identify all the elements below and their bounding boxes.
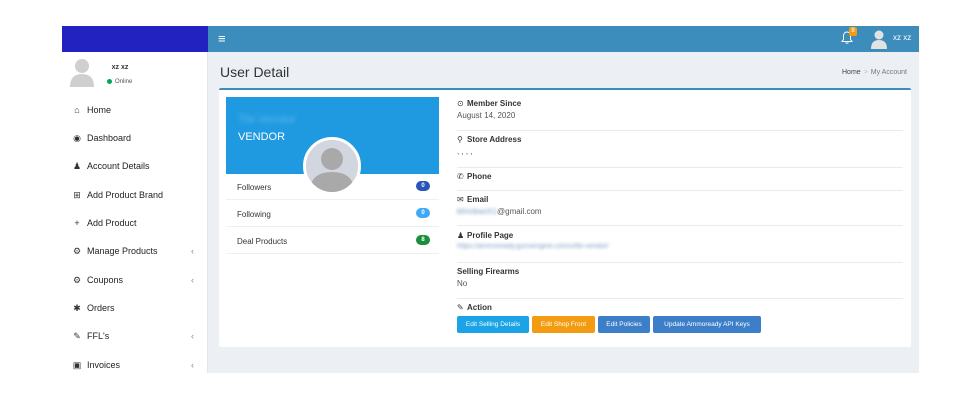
online-dot-icon xyxy=(107,79,112,84)
vendor-role: VENDOR xyxy=(238,131,286,143)
profile-page-link[interactable]: https://ammoready.gunsengine.com/u/tbi-v… xyxy=(457,243,609,250)
member-since-value: August 14, 2020 xyxy=(457,111,516,120)
invoice-icon: ▣ xyxy=(72,360,82,370)
selling-firearms-heading: Selling Firearms xyxy=(457,267,520,276)
stat-badge: 8 xyxy=(416,235,430,245)
email-domain: @gmail.com xyxy=(497,207,542,216)
sidebar-item-label: Dashboard xyxy=(87,133,132,143)
action-heading: ✎ Action xyxy=(457,303,492,312)
email-heading: ✉ Email xyxy=(457,195,489,204)
update-api-keys-button[interactable]: Update Ammoready API Keys xyxy=(653,316,761,333)
profile-page-heading: ♟ Profile Page xyxy=(457,231,514,240)
phone-icon: ✆ xyxy=(457,172,464,181)
stat-label: Following xyxy=(237,210,271,219)
online-status: Online xyxy=(107,79,132,85)
online-label: Online xyxy=(115,79,133,86)
sidebar-item-label: Invoices xyxy=(87,360,121,370)
logo[interactable] xyxy=(62,26,208,52)
sidebar-item-label: Add Product xyxy=(87,218,137,228)
notification-count-badge: 8 xyxy=(849,27,857,36)
sidebar-item-label: Add Product Brand xyxy=(87,190,164,200)
store-address-item: ⚲ Store Address , , , , xyxy=(457,135,903,168)
store-address-heading: ⚲ Store Address xyxy=(457,135,522,144)
chevron-left-icon: ‹ xyxy=(191,275,194,285)
sidebar-item-label: Account Details xyxy=(87,161,150,171)
sidebar-item-home[interactable]: ⌂ Home xyxy=(62,96,208,124)
sidebar-item-label: Manage Products xyxy=(87,246,158,256)
breadcrumb: Home > My Account xyxy=(842,69,907,76)
member-since-heading: ⊙ Member Since xyxy=(457,99,522,108)
breadcrumb-home-link[interactable]: Home xyxy=(842,69,861,76)
orders-icon: ✱ xyxy=(73,303,81,313)
profile-card: Tbi Vendor VENDOR Followers 0 Following … xyxy=(226,97,439,255)
selling-firearms-value: No xyxy=(457,279,468,288)
top-username[interactable]: xz xz xyxy=(893,33,911,42)
sidebar-avatar xyxy=(69,57,95,87)
sidebar-item-label: Orders xyxy=(87,303,115,313)
cart-icon: ⊞ xyxy=(73,190,81,200)
store-address-value: , , , , xyxy=(457,147,473,156)
stat-label: Followers xyxy=(237,183,272,192)
profile-page-item: ♟ Profile Page https://ammoready.gunsengi… xyxy=(457,231,903,263)
map-marker-icon: ⚲ xyxy=(457,135,463,144)
avatar-icon xyxy=(70,59,94,87)
stat-label: Deal Products xyxy=(237,237,288,246)
pencil-icon: ✎ xyxy=(457,303,464,312)
user-icon: ♟ xyxy=(72,161,82,171)
sidebar-item-add-product[interactable]: + Add Product xyxy=(62,209,208,237)
sidebar-item-account-details[interactable]: ♟ Account Details xyxy=(62,152,208,180)
chevron-left-icon: ‹ xyxy=(191,360,194,370)
sidebar-item-label: FFL's xyxy=(87,331,110,341)
plus-icon: + xyxy=(74,218,80,228)
breadcrumb-separator: > xyxy=(863,69,868,76)
sidebar-item-invoices[interactable]: ▣ Invoices ‹ xyxy=(62,351,208,373)
cogs-icon: ⚙ xyxy=(72,275,82,285)
chevron-left-icon: ‹ xyxy=(191,246,194,256)
home-icon: ⌂ xyxy=(74,105,80,115)
sidebar-item-dashboard[interactable]: ◉ Dashboard xyxy=(62,124,208,152)
user-detail-box: Tbi Vendor VENDOR Followers 0 Following … xyxy=(219,88,911,347)
phone-heading: ✆ Phone xyxy=(457,172,492,181)
stat-badge: 0 xyxy=(416,208,430,218)
vendor-name: Tbi Vendor xyxy=(238,112,297,126)
sidebar-item-manage-products[interactable]: ⚙ Manage Products ‹ xyxy=(62,237,208,265)
breadcrumb-current: My Account xyxy=(870,69,907,76)
details-panel: ⊙ Member Since August 14, 2020 ⚲ Store Add… xyxy=(457,90,903,347)
top-navbar: ≡ 8 xz xz xyxy=(62,26,919,52)
edit-shop-front-button[interactable]: Edit Shop Front xyxy=(532,316,595,333)
stat-following[interactable]: Following 0 xyxy=(226,201,439,227)
envelope-icon: ✉ xyxy=(457,195,464,204)
sidebar-item-add-product-brand[interactable]: ⊞ Add Product Brand xyxy=(62,181,208,209)
stat-deal-products[interactable]: Deal Products 8 xyxy=(226,228,439,254)
email-value: klmnbwch1@gmail.com xyxy=(457,207,542,216)
edit-policies-button[interactable]: Edit Policies xyxy=(598,316,650,333)
avatar-icon xyxy=(871,30,887,49)
email-value-redacted: klmnbwch1 xyxy=(457,207,498,216)
clock-icon: ⊙ xyxy=(457,99,464,108)
sidebar-username: xz xz xyxy=(111,64,129,71)
app-window: ≡ 8 xz xz xz xz Online ⌂ Home ◉ Dashboar… xyxy=(62,26,919,373)
sidebar-item-orders[interactable]: ✱ Orders xyxy=(62,294,208,322)
selling-firearms-item: Selling Firearms No xyxy=(457,267,903,299)
top-avatar[interactable] xyxy=(870,29,888,49)
member-since-item: ⊙ Member Since August 14, 2020 xyxy=(457,99,903,131)
sidebar-item-ffls[interactable]: ✎ FFL's ‹ xyxy=(62,322,208,350)
user-icon: ♟ xyxy=(457,231,465,240)
wrench-icon: ✎ xyxy=(73,331,81,341)
email-item: ✉ Email klmnbwch1@gmail.com xyxy=(457,195,903,226)
phone-item: ✆ Phone xyxy=(457,172,903,191)
stat-badge: 0 xyxy=(416,181,430,191)
sidebar: xz xz Online ⌂ Home ◉ Dashboard ♟ Accoun… xyxy=(62,52,208,373)
sidebar-item-label: Home xyxy=(87,105,112,115)
user-panel: xz xz Online xyxy=(62,52,208,96)
edit-selling-details-button[interactable]: Edit Selling Details xyxy=(457,316,529,333)
sidebar-item-coupons[interactable]: ⚙ Coupons ‹ xyxy=(62,266,208,294)
dashboard-icon: ◉ xyxy=(73,133,81,143)
stat-followers[interactable]: Followers 0 xyxy=(226,174,439,200)
hamburger-menu-icon[interactable]: ≡ xyxy=(218,31,226,47)
chevron-left-icon: ‹ xyxy=(191,331,194,341)
sidebar-item-label: Coupons xyxy=(87,275,124,285)
cogs-icon: ⚙ xyxy=(72,246,82,256)
page-title: User Detail xyxy=(220,64,290,80)
